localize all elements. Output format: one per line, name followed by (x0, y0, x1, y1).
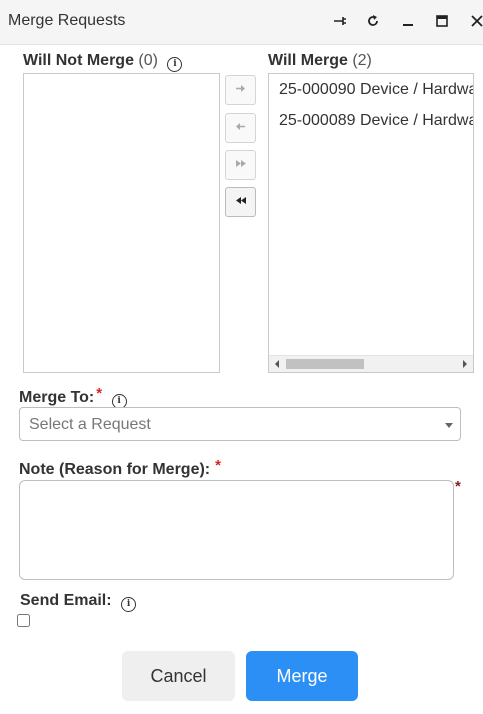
window-title: Merge Requests (8, 12, 126, 29)
merge-to-select[interactable]: Select a Request (19, 407, 461, 441)
merge-to-header: Merge To: * i (19, 385, 127, 409)
move-all-right-button[interactable] (225, 150, 256, 180)
info-icon[interactable]: i (167, 57, 183, 72)
note-label: Note (Reason for Merge): (19, 461, 211, 478)
list-item[interactable]: 25-000089 Device / Hardwa (279, 112, 473, 130)
scroll-left-icon[interactable] (275, 360, 279, 368)
will-not-merge-count: (0) (138, 52, 158, 69)
will-merge-list[interactable]: 25-000090 Device / Hardwa 25-000089 Devi… (268, 73, 474, 373)
arrow-left-icon (235, 122, 246, 134)
move-left-button[interactable] (225, 113, 256, 143)
send-email-checkbox[interactable] (17, 614, 30, 627)
will-merge-count: (2) (352, 52, 372, 69)
note-header: Note (Reason for Merge): * (19, 457, 221, 479)
move-all-left-button[interactable] (225, 187, 256, 217)
move-right-button[interactable] (225, 75, 256, 105)
required-mark: * (215, 457, 221, 474)
double-arrow-left-icon (235, 196, 247, 208)
merge-button[interactable]: Merge (246, 651, 358, 701)
send-email-label: Send Email: (20, 592, 112, 609)
scroll-right-icon[interactable] (463, 360, 467, 368)
list-item[interactable]: 25-000090 Device / Hardwa (279, 81, 473, 99)
required-mark: * (96, 385, 103, 402)
will-not-merge-list[interactable] (23, 73, 220, 373)
horizontal-scrollbar[interactable] (269, 355, 473, 372)
send-email-header: Send Email: i (20, 592, 137, 612)
chevron-down-icon (445, 423, 453, 428)
arrow-right-icon (235, 84, 246, 96)
required-mark: * (455, 478, 461, 495)
merge-to-label: Merge To: (19, 389, 95, 406)
note-textarea[interactable] (19, 480, 454, 580)
maximize-icon[interactable] (431, 10, 453, 32)
refresh-icon[interactable] (362, 10, 384, 32)
will-not-merge-label: Will Not Merge (23, 52, 134, 69)
double-arrow-right-icon (235, 159, 247, 171)
scrollbar-thumb[interactable] (286, 359, 364, 369)
cancel-button[interactable]: Cancel (122, 651, 235, 701)
pin-icon[interactable] (329, 10, 351, 32)
merge-to-placeholder: Select a Request (29, 416, 151, 433)
will-merge-label: Will Merge (268, 52, 348, 69)
will-not-merge-header: Will Not Merge (0) i (23, 52, 183, 72)
minimize-icon[interactable] (397, 10, 419, 32)
will-merge-header: Will Merge (2) (268, 52, 372, 70)
close-icon[interactable] (466, 10, 483, 32)
info-icon[interactable]: i (121, 597, 137, 612)
title-bar: Merge Requests (0, 0, 483, 45)
